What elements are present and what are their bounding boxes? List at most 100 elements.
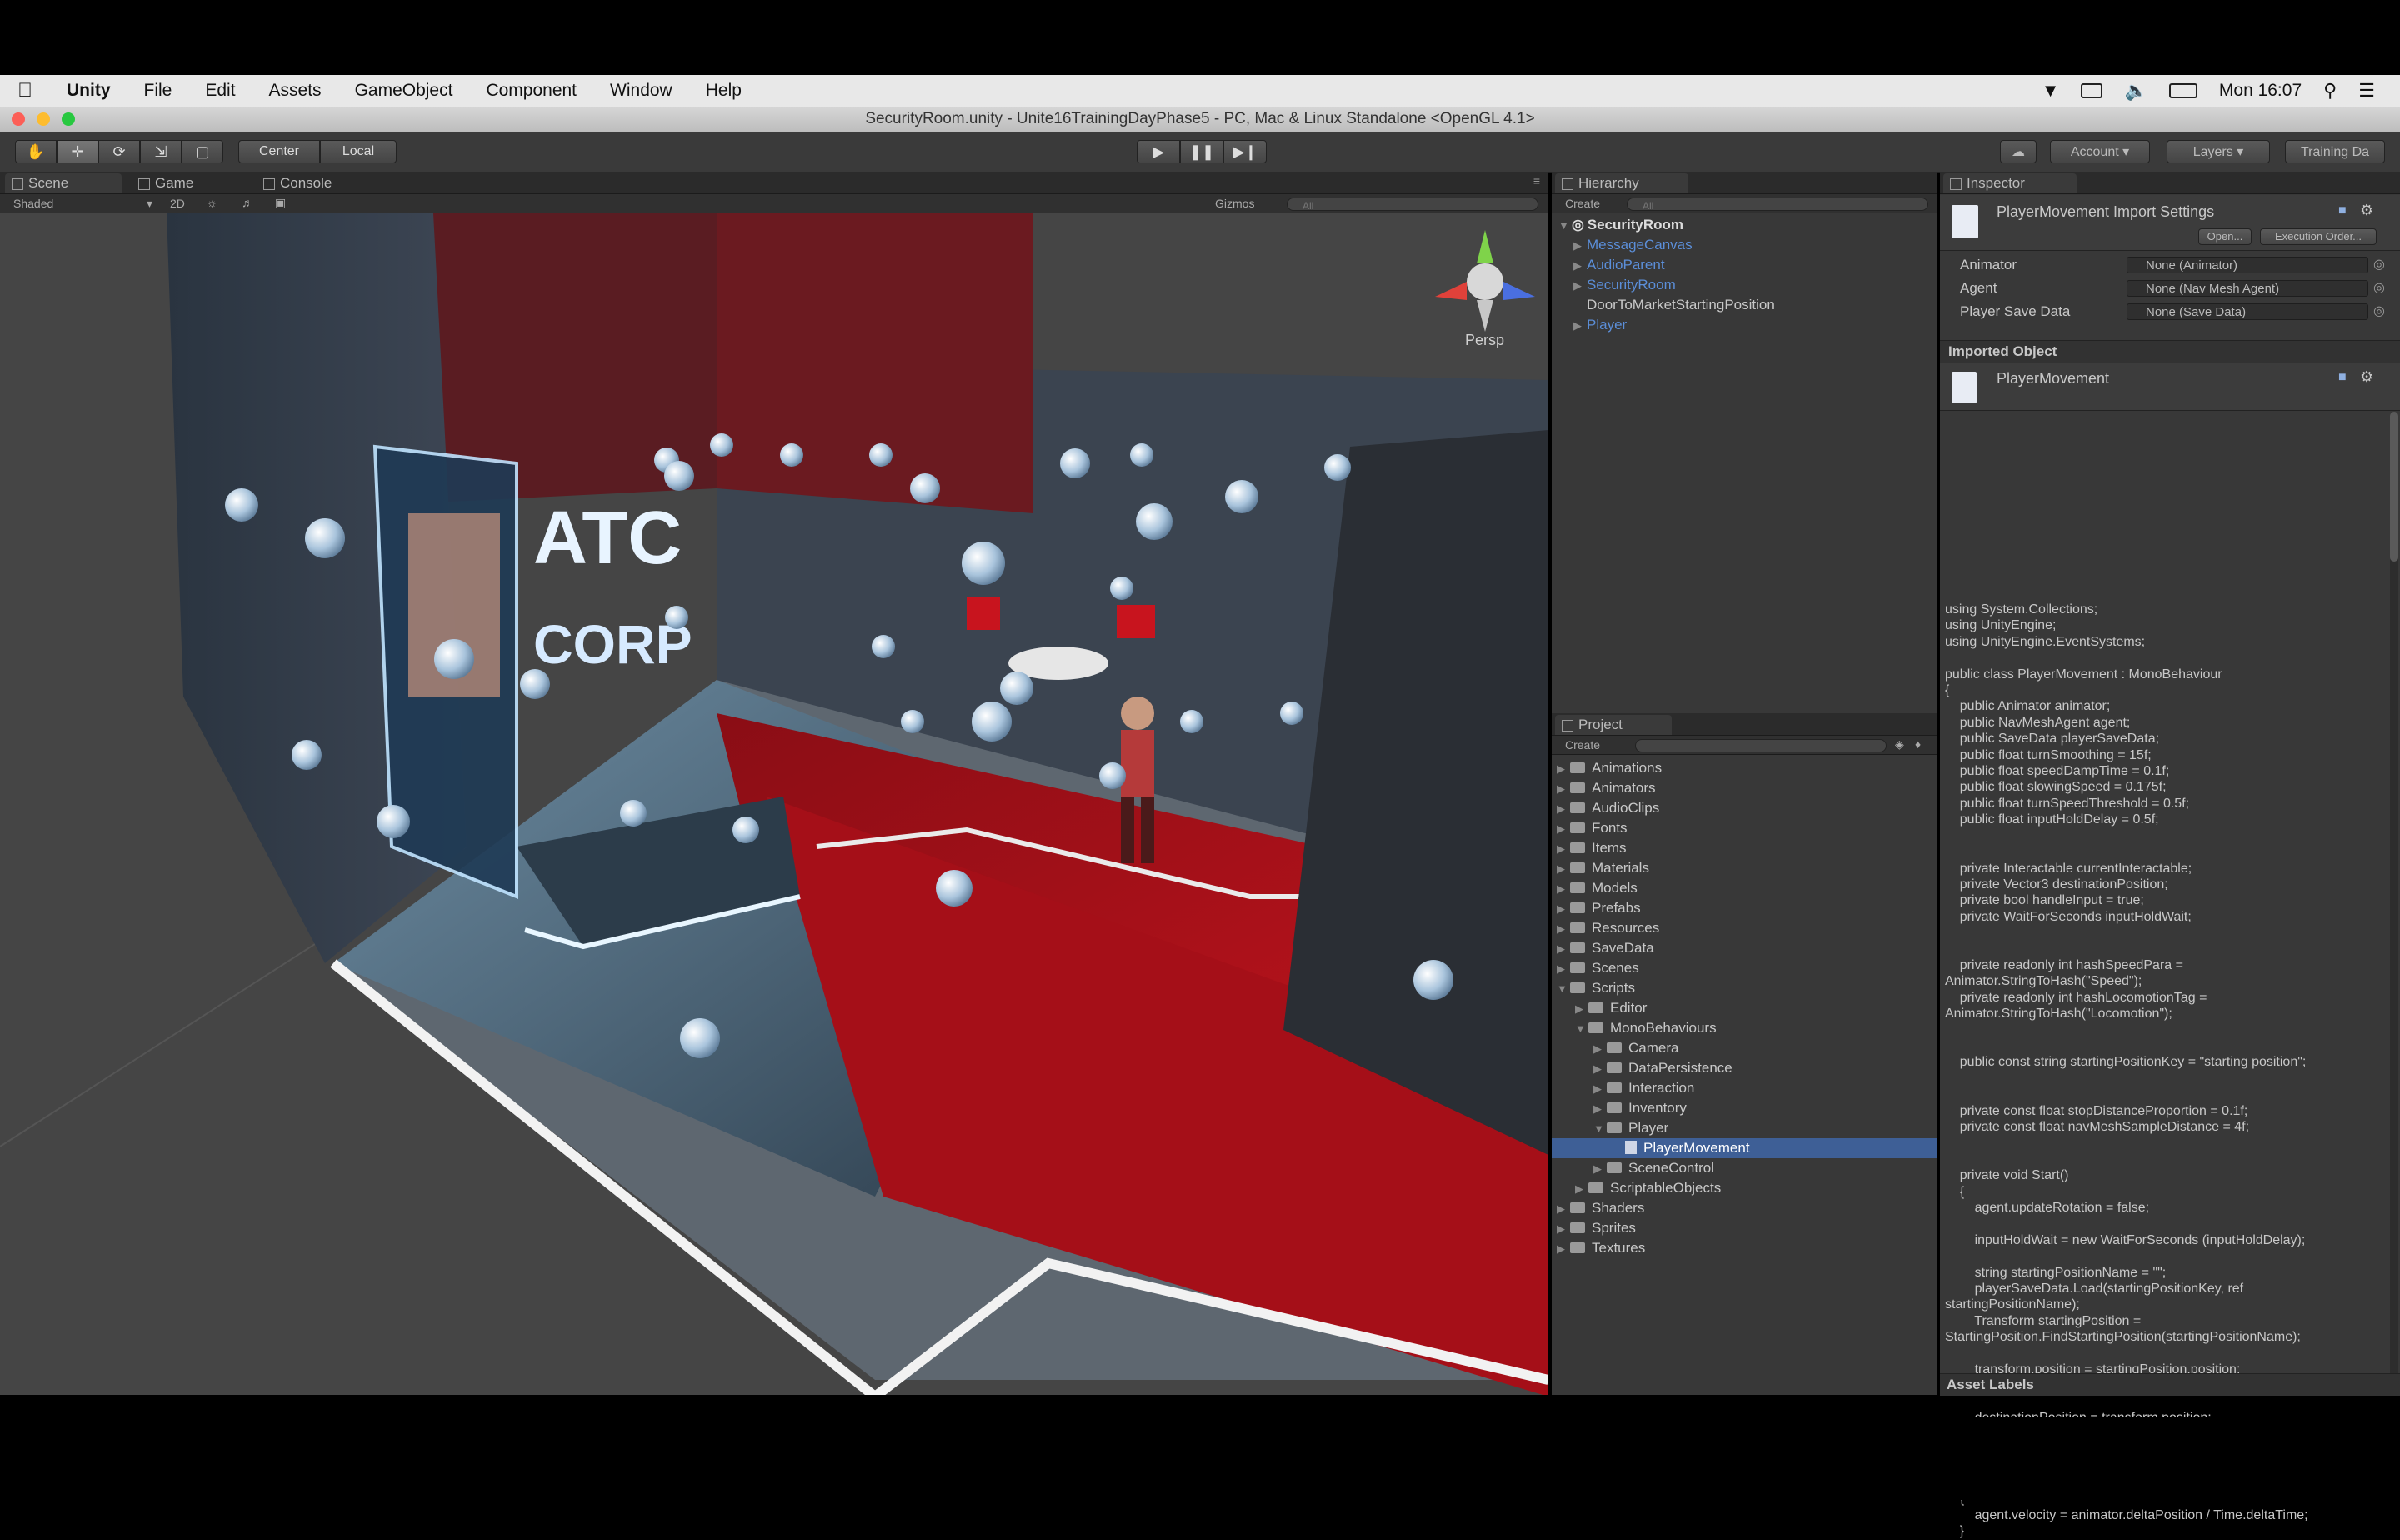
notification-center-icon[interactable]: ☰	[2358, 80, 2375, 102]
expand-arrow-icon[interactable]: ▶	[1557, 899, 1570, 919]
audio-toggle-icon[interactable]: ♬	[242, 196, 253, 209]
scrollbar-thumb[interactable]	[2390, 412, 2398, 562]
menu-help[interactable]: Help	[689, 81, 758, 101]
object-picker-icon[interactable]: ◎	[2373, 279, 2385, 296]
play-icon[interactable]: ▶	[1137, 140, 1180, 163]
execution-order-button[interactable]: Execution Order...	[2260, 228, 2377, 245]
toggle-2d-button[interactable]: 2D	[170, 197, 185, 210]
project-folder-item[interactable]: ▶ Materials	[1552, 858, 1937, 878]
filter-by-type-icon[interactable]: ◈	[1895, 738, 1904, 752]
expand-arrow-icon[interactable]: ▼	[1593, 1119, 1607, 1139]
layers-dropdown[interactable]: Layers ▾	[2167, 140, 2270, 163]
hierarchy-item[interactable]: ▶ AudioParent	[1573, 255, 1665, 275]
volume-icon[interactable]: 🔈	[2124, 80, 2147, 102]
rotate-tool-icon[interactable]: ⟳	[98, 140, 140, 163]
expand-arrow-icon[interactable]: ▶	[1593, 1159, 1607, 1179]
pivot-local-button[interactable]: Local	[320, 140, 397, 163]
project-file-item[interactable]: PlayerMovement	[1552, 1138, 1937, 1158]
project-folder-item[interactable]: ▶ Items	[1552, 838, 1937, 858]
project-folder-item[interactable]: ▶ Models	[1552, 878, 1937, 898]
expand-arrow-icon[interactable]: ▶	[1557, 939, 1570, 959]
shading-chevron-icon[interactable]: ▾	[147, 197, 152, 211]
hierarchy-scene-root[interactable]: ▼ ◎ SecurityRoom	[1558, 215, 1683, 235]
persp-label[interactable]: Persp	[1465, 332, 1504, 348]
expand-arrow-icon[interactable]: ▶	[1593, 1099, 1607, 1119]
lighting-toggle-icon[interactable]: ☼	[207, 196, 218, 209]
project-folder-item[interactable]: ▶ Shaders	[1552, 1198, 1937, 1218]
expand-arrow-icon[interactable]: ▶	[1557, 879, 1570, 899]
menu-file[interactable]: File	[128, 81, 189, 101]
expand-arrow-icon[interactable]: ▶	[1557, 1199, 1570, 1219]
hierarchy-item[interactable]: ▶ SecurityRoom	[1573, 275, 1676, 295]
hierarchy-item[interactable]: ▶ Player	[1573, 315, 1627, 335]
project-folder-item[interactable]: ▶ Prefabs	[1552, 898, 1937, 918]
object-picker-icon[interactable]: ◎	[2373, 302, 2385, 319]
battery-icon[interactable]	[2168, 83, 2198, 98]
apple-icon[interactable]: 	[0, 79, 50, 102]
spotlight-search-icon[interactable]: ⚲	[2323, 80, 2337, 102]
menu-edit[interactable]: Edit	[188, 81, 252, 101]
expand-arrow-icon[interactable]: ▶	[1573, 316, 1587, 336]
close-window-icon[interactable]	[12, 112, 25, 126]
menu-window[interactable]: Window	[593, 81, 689, 101]
expand-arrow-icon[interactable]: ▶	[1557, 959, 1570, 979]
project-folder-item[interactable]: ▶ Animators	[1552, 778, 1937, 798]
project-folder-item[interactable]: ▶ Camera	[1552, 1038, 1937, 1058]
scale-tool-icon[interactable]: ⇲	[140, 140, 182, 163]
tab-inspector[interactable]: Inspector	[1943, 173, 2077, 193]
hierarchy-item[interactable]: DoorToMarketStartingPosition	[1573, 295, 1775, 315]
menu-gameobject[interactable]: GameObject	[338, 81, 470, 101]
filter-by-label-icon[interactable]: ♦	[1915, 738, 1921, 751]
expand-arrow-icon[interactable]: ▶	[1557, 779, 1570, 799]
hand-tool-icon[interactable]: ✋	[15, 140, 57, 163]
expand-arrow-icon[interactable]: ▶	[1573, 236, 1587, 256]
cloud-icon[interactable]: ☁	[2000, 140, 2037, 163]
project-search-input[interactable]	[1635, 739, 1887, 752]
help-icon[interactable]: ■	[2338, 203, 2347, 218]
hierarchy-item[interactable]: ▶ MessageCanvas	[1573, 235, 1692, 255]
project-folder-item[interactable]: ▶ AudioClips	[1552, 798, 1937, 818]
expand-arrow-icon[interactable]: ▶	[1557, 799, 1570, 819]
project-folder-item[interactable]: ▶ Textures	[1552, 1238, 1937, 1258]
hierarchy-search-input[interactable]: All	[1627, 198, 1928, 212]
expand-arrow-icon[interactable]: ▶	[1557, 839, 1570, 859]
zoom-window-icon[interactable]	[62, 112, 75, 126]
project-folder-item[interactable]: ▶ SceneControl	[1552, 1158, 1937, 1178]
shading-mode-dropdown[interactable]: Shaded	[13, 197, 53, 210]
expand-arrow-icon[interactable]: ▶	[1557, 859, 1570, 879]
scene-viewport[interactable]: ATC CORP Persp	[0, 213, 1548, 1395]
expand-arrow-icon[interactable]: ▶	[1593, 1059, 1607, 1079]
expand-arrow-icon[interactable]: ▼	[1557, 979, 1570, 999]
project-folder-item[interactable]: ▶ Inventory	[1552, 1098, 1937, 1118]
project-folder-item[interactable]: ▼ MonoBehaviours	[1552, 1018, 1937, 1038]
object-field[interactable]: None (Animator)	[2127, 257, 2368, 273]
expand-arrow-icon[interactable]: ▼	[1575, 1019, 1588, 1039]
move-tool-icon[interactable]: ✛	[57, 140, 98, 163]
panel-menu-icon[interactable]: ≡	[1533, 174, 1540, 188]
airplay-icon[interactable]	[2081, 83, 2103, 98]
expand-arrow-icon[interactable]: ▶	[1575, 999, 1588, 1019]
tab-game[interactable]: Game	[132, 173, 248, 193]
project-folder-item[interactable]: ▶ DataPersistence	[1552, 1058, 1937, 1078]
project-folder-item[interactable]: ▶ Resources	[1552, 918, 1937, 938]
clock[interactable]: Mon 16:07	[2219, 81, 2302, 101]
wifi-icon[interactable]: ▼	[2042, 80, 2060, 102]
expand-arrow-icon[interactable]: ▼	[1558, 216, 1572, 236]
expand-arrow-icon[interactable]: ▶	[1557, 819, 1570, 839]
minimize-window-icon[interactable]	[37, 112, 50, 126]
scene-search-input[interactable]: All	[1287, 198, 1538, 212]
gizmos-dropdown[interactable]: Gizmos	[1215, 197, 1254, 210]
expand-arrow-icon[interactable]: ▶	[1575, 1179, 1588, 1199]
project-folder-item[interactable]: ▶ Editor	[1552, 998, 1937, 1018]
tab-hierarchy[interactable]: Hierarchy	[1555, 173, 1688, 193]
expand-arrow-icon[interactable]: ▶	[1573, 256, 1587, 276]
expand-arrow-icon[interactable]: ▶	[1573, 276, 1587, 296]
pivot-center-button[interactable]: Center	[238, 140, 320, 163]
account-dropdown[interactable]: Account ▾	[2050, 140, 2150, 163]
expand-arrow-icon[interactable]: ▶	[1557, 759, 1570, 779]
expand-arrow-icon[interactable]: ▶	[1593, 1079, 1607, 1099]
project-folder-item[interactable]: ▶ Animations	[1552, 758, 1937, 778]
menu-assets[interactable]: Assets	[252, 81, 338, 101]
expand-arrow-icon[interactable]: ▶	[1557, 1239, 1570, 1259]
tab-project[interactable]: Project	[1555, 715, 1672, 735]
